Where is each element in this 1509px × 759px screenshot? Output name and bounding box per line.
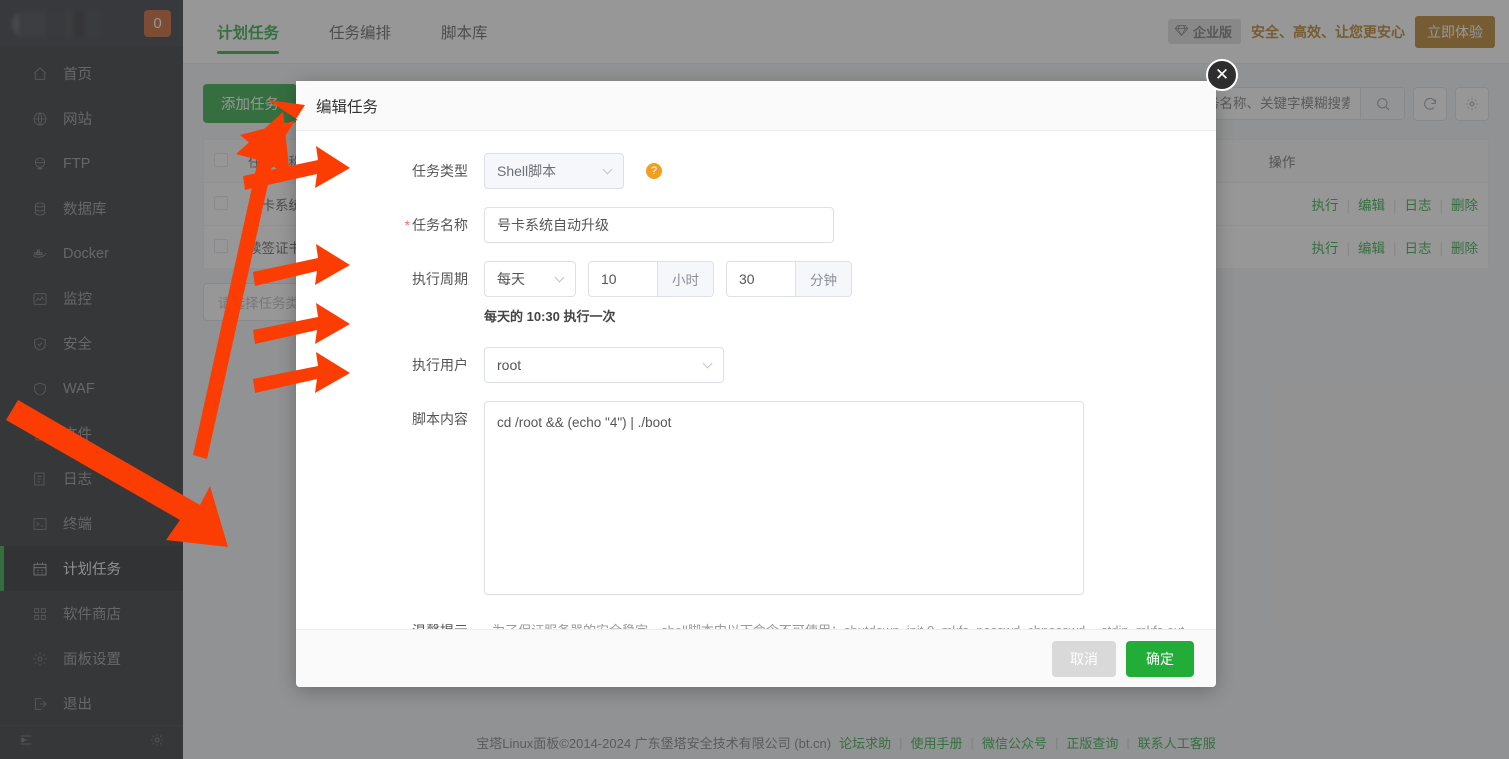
task-name-value: 号卡系统自动升级 [497,215,609,235]
dialog-footer: 取消 确定 [296,629,1216,687]
chevron-down-icon [603,165,613,175]
cycle-hour-group: 小时 [588,261,714,297]
field-run-user: 执行用户 root [296,347,1190,383]
cancel-button[interactable]: 取消 [1052,641,1116,677]
run-user-select[interactable]: root [484,347,724,383]
cycle-minute-unit: 分钟 [795,262,851,296]
run-user-value: root [497,357,521,373]
close-icon[interactable]: ✕ [1206,59,1238,91]
chevron-down-icon [555,273,565,283]
required-asterisk: * [405,217,410,233]
field-cycle: 执行周期 每天 小时 分钟 [296,261,1190,325]
run-user-label: 执行用户 [296,347,484,383]
dialog-title: 编辑任务 [296,81,1216,131]
dialog-body: 任务类型 Shell脚本 ? *任务名称 号卡系统自动升级 执行周期 [296,131,1216,629]
task-type-label: 任务类型 [296,153,484,189]
field-script: 脚本内容 cd /root && (echo "4") | ./boot [296,401,1190,595]
edit-task-dialog: ✕ 编辑任务 任务类型 Shell脚本 ? *任务名称 号卡系统自动升级 [296,81,1216,687]
cycle-hint: 每天的 10:30 执行一次 [484,306,852,325]
cycle-label: 执行周期 [296,261,484,297]
cycle-hour-unit: 小时 [657,262,713,296]
chevron-down-icon [703,359,713,369]
cycle-controls: 每天 小时 分钟 每天的 10:30 执行一次 [484,261,852,325]
cycle-period-value: 每天 [497,269,525,289]
task-type-value: Shell脚本 [497,161,556,181]
task-name-input[interactable]: 号卡系统自动升级 [484,207,834,243]
question-icon[interactable]: ? [646,163,662,179]
script-textarea[interactable]: cd /root && (echo "4") | ./boot [484,401,1084,595]
cycle-period-select[interactable]: 每天 [484,261,576,297]
tips-text: • 为了保证服务器的安全稳定，shell脚本中以下命令不可使用：shutdown… [484,613,1190,629]
cycle-hour-input[interactable] [589,262,657,296]
task-type-select[interactable]: Shell脚本 [484,153,624,189]
field-task-name: *任务名称 号卡系统自动升级 [296,207,1190,243]
script-label: 脚本内容 [296,401,484,437]
task-name-label-text: 任务名称 [412,217,468,233]
bt-panel-app: 0 首页 网站 FTP 数据库 Docker [0,0,1509,759]
task-name-label: *任务名称 [296,207,484,243]
cycle-minute-group: 分钟 [726,261,852,297]
field-task-type: 任务类型 Shell脚本 ? [296,153,1190,189]
confirm-button[interactable]: 确定 [1126,641,1194,677]
field-tips: 温馨提示 • 为了保证服务器的安全稳定，shell脚本中以下命令不可使用：shu… [296,613,1190,629]
cycle-minute-input[interactable] [727,262,795,296]
tips-label: 温馨提示 [296,613,484,629]
